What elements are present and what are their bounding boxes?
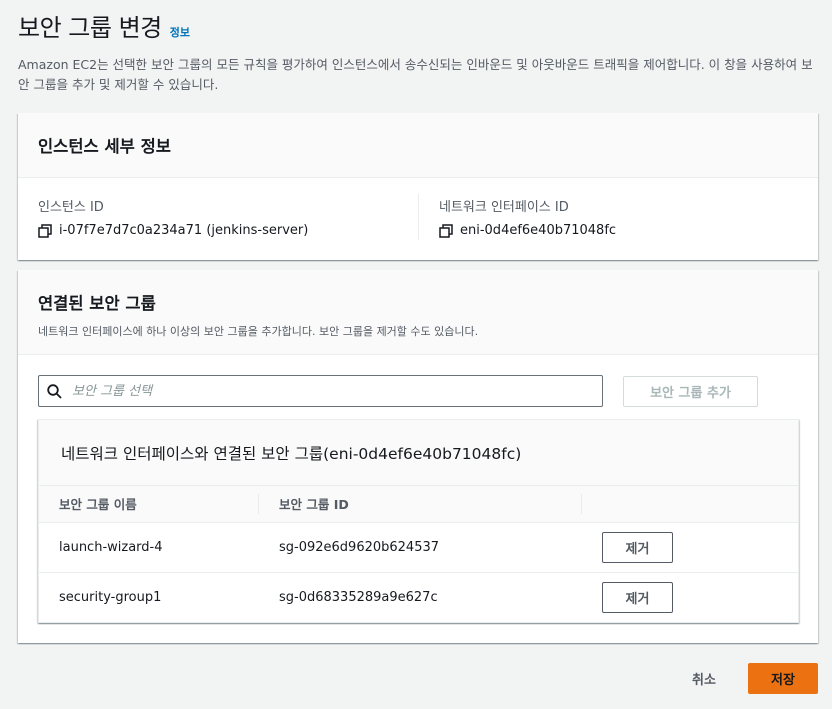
eni-id-field: 네트워크 인터페이스 ID eni-0d4ef6e40b71048fc: [439, 196, 616, 238]
table-row: security-group1 sg-0d68335289a9e627c 제거: [39, 572, 798, 622]
copy-icon[interactable]: [439, 223, 453, 238]
sg-name-cell: launch-wizard-4: [39, 522, 259, 573]
column-header-actions: [582, 486, 798, 523]
security-groups-subtitle: 네트워크 인터페이스에 하나 이상의 보안 그룹을 추가합니다. 보안 그룹을 …: [38, 325, 479, 338]
sg-action-cell: 제거: [582, 572, 798, 622]
instance-details-header: 인스턴스 세부 정보: [18, 113, 818, 178]
title-row: 보안 그룹 변경 정보: [18, 8, 818, 43]
security-groups-table-container: 네트워크 인터페이스와 연결된 보안 그룹(eni-0d4ef6e40b7104…: [38, 419, 799, 623]
info-link[interactable]: 정보: [170, 24, 190, 40]
column-header-name: 보안 그룹 이름: [39, 486, 259, 523]
security-groups-panel: 연결된 보안 그룹 네트워크 인터페이스에 하나 이상의 보안 그룹을 추가합니…: [18, 270, 818, 643]
security-groups-title: 연결된 보안 그룹: [38, 294, 156, 313]
instance-details-panel: 인스턴스 세부 정보 인스턴스 ID i-07f7e7d7c0a234a71 (…: [18, 113, 818, 260]
column-header-id: 보안 그룹 ID: [259, 486, 582, 523]
cancel-button[interactable]: 취소: [670, 663, 738, 694]
table-header-row: 보안 그룹 이름 보안 그룹 ID: [39, 486, 798, 523]
security-group-search-input[interactable]: [72, 383, 552, 399]
security-group-search[interactable]: [38, 375, 603, 407]
table-title: 네트워크 인터페이스와 연결된 보안 그룹(eni-0d4ef6e40b7104…: [61, 444, 522, 463]
eni-id-label: 네트워크 인터페이스 ID: [439, 200, 569, 215]
add-security-group-button[interactable]: 보안 그룹 추가: [623, 376, 758, 407]
copy-icon[interactable]: [38, 223, 52, 238]
instance-details-body: 인스턴스 ID i-07f7e7d7c0a234a71 (jenkins-ser…: [18, 178, 818, 260]
instance-details-title: 인스턴스 세부 정보: [38, 137, 171, 156]
remove-button[interactable]: 제거: [602, 581, 673, 613]
remove-button[interactable]: 제거: [602, 531, 673, 563]
page-title: 보안 그룹 변경: [18, 14, 162, 42]
eni-id-value: eni-0d4ef6e40b71048fc: [460, 223, 617, 238]
sg-action-cell: 제거: [582, 522, 798, 573]
instance-id-label: 인스턴스 ID: [38, 200, 104, 215]
instance-id-value: i-07f7e7d7c0a234a71 (jenkins-server): [59, 223, 309, 238]
sg-id-cell: sg-0d68335289a9e627c: [279, 589, 438, 605]
security-groups-header: 연결된 보안 그룹 네트워크 인터페이스에 하나 이상의 보안 그룹을 추가합니…: [18, 270, 818, 355]
page-header: 보안 그룹 변경 정보 Amazon EC2는 선택한 보안 그룹의 모든 규칙…: [18, 8, 818, 95]
security-groups-table: 보안 그룹 이름 보안 그룹 ID launch-wizard-4 sg-092…: [39, 486, 798, 622]
instance-id-value-row: i-07f7e7d7c0a234a71 (jenkins-server): [38, 223, 308, 238]
search-icon: [47, 383, 62, 399]
table-row: launch-wizard-4 sg-092e6d9620b624537 제거: [39, 522, 798, 573]
instance-id-field: 인스턴스 ID i-07f7e7d7c0a234a71 (jenkins-ser…: [38, 196, 308, 238]
sg-id-cell: sg-092e6d9620b624537: [259, 522, 582, 573]
page-description: Amazon EC2는 선택한 보안 그룹의 모든 규칙을 평가하여 인스턴스에…: [18, 57, 813, 92]
save-button[interactable]: 저장: [748, 663, 818, 694]
table-header: 네트워크 인터페이스와 연결된 보안 그룹(eni-0d4ef6e40b7104…: [39, 420, 798, 486]
eni-id-value-row: eni-0d4ef6e40b71048fc: [439, 223, 616, 238]
divider: [418, 194, 419, 240]
sg-name-cell: security-group1: [59, 589, 162, 605]
